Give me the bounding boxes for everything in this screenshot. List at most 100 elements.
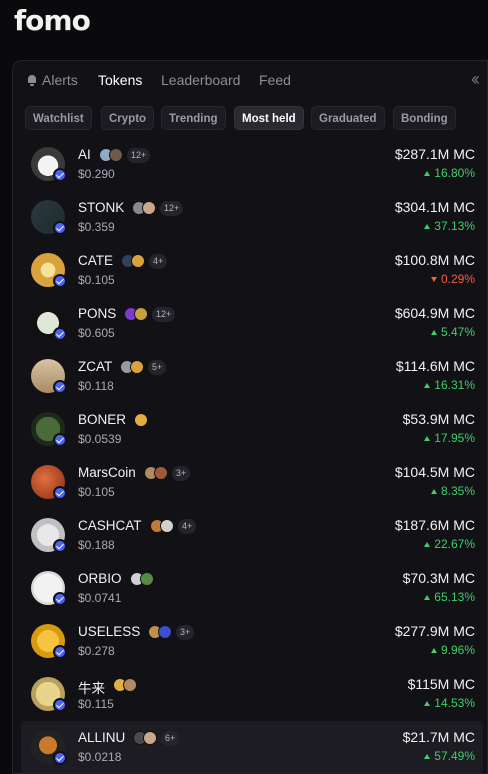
token-name: BONER <box>78 412 127 427</box>
market-cap: $70.3M MC <box>402 570 475 586</box>
verified-badge-icon <box>53 221 67 235</box>
token-row[interactable]: CATE 4+ $0.105 $100.8M MC 0.29% <box>21 244 483 297</box>
market-cap: $104.5M MC <box>394 464 475 480</box>
token-name: USELESS <box>78 624 141 639</box>
triangle-up-icon <box>424 224 431 229</box>
price-change-value: 14.53% <box>434 696 475 710</box>
token-row[interactable]: 牛来 $0.115 $115M MC 14.53% <box>21 668 483 721</box>
triangle-up-icon <box>430 330 437 335</box>
verified-badge-icon <box>53 327 67 341</box>
tab-alerts-label: Alerts <box>42 72 78 88</box>
filter-crypto[interactable]: Crypto <box>101 106 155 130</box>
verified-badge-icon <box>53 486 67 500</box>
token-row[interactable]: AI 12+ $0.290 $287.1M MC 16.80% <box>21 138 483 191</box>
price-change-value: 65.13% <box>434 590 475 604</box>
price-change-value: 57.49% <box>434 749 475 763</box>
holder-avatar <box>154 466 168 480</box>
token-name: ALLINU <box>78 730 126 745</box>
token-row[interactable]: CASHCAT 4+ $0.188 $187.6M MC 22.67% <box>21 509 483 562</box>
tab-feed[interactable]: Feed <box>259 72 291 88</box>
holder-count-badge: 6+ <box>161 730 180 746</box>
token-price: $0.105 <box>78 273 115 287</box>
triangle-up-icon <box>430 489 437 494</box>
holder-count-badge: 12+ <box>127 147 151 163</box>
verified-badge-icon <box>53 433 67 447</box>
market-cap: $287.1M MC <box>394 146 475 162</box>
filter-most-held[interactable]: Most held <box>234 106 304 130</box>
triangle-up-icon <box>430 648 437 653</box>
token-name: STONK <box>78 200 125 215</box>
token-price: $0.188 <box>78 538 115 552</box>
price-change: 8.35% <box>430 484 475 498</box>
token-row[interactable]: ALLINU 6+ $0.0218 $21.7M MC 57.49% <box>21 721 483 773</box>
holder-count-badge: 4+ <box>178 518 197 534</box>
tab-leaderboard[interactable]: Leaderboard <box>161 72 240 88</box>
token-price: $0.118 <box>78 379 114 393</box>
token-row[interactable]: ZCAT 5+ $0.118 $114.6M MC 16.31% <box>21 350 483 403</box>
holder-avatar <box>109 148 123 162</box>
triangle-up-icon <box>424 171 431 176</box>
token-name: ORBIO <box>78 571 122 586</box>
triangle-down-icon <box>430 277 437 282</box>
holder-avatar <box>134 307 148 321</box>
holder-avatars: 12+ <box>132 200 184 216</box>
holder-count-badge: 12+ <box>152 306 176 322</box>
token-row[interactable]: MarsCoin 3+ $0.105 $104.5M MC 8.35% <box>21 456 483 509</box>
holder-avatar <box>131 254 145 268</box>
holder-avatars: 3+ <box>148 624 195 640</box>
double-chevron-left-icon[interactable]: ‹‹ <box>471 69 480 90</box>
triangle-up-icon <box>424 436 431 441</box>
holder-avatars: 3+ <box>144 465 191 481</box>
verified-badge-icon <box>53 592 67 606</box>
verified-badge-icon <box>53 380 67 394</box>
token-row[interactable]: STONK 12+ $0.359 $304.1M MC 37.13% <box>21 191 483 244</box>
token-price: $0.359 <box>78 220 115 234</box>
price-change: 0.29% <box>430 272 475 286</box>
token-name: ZCAT <box>78 359 113 374</box>
holder-avatar <box>142 201 156 215</box>
filter-trending[interactable]: Trending <box>161 106 226 130</box>
price-change: 37.13% <box>424 219 475 233</box>
holder-avatar <box>160 519 174 533</box>
verified-badge-icon <box>53 274 67 288</box>
holder-avatar <box>130 360 144 374</box>
token-price: $0.278 <box>78 644 115 658</box>
holder-count-badge: 3+ <box>176 624 195 640</box>
tab-tokens[interactable]: Tokens <box>98 72 142 88</box>
price-change: 17.95% <box>424 431 475 445</box>
price-change: 9.96% <box>430 643 475 657</box>
price-change-value: 5.47% <box>440 325 475 339</box>
filter-graduated[interactable]: Graduated <box>311 106 385 130</box>
price-change-value: 16.31% <box>434 378 475 392</box>
market-cap: $604.9M MC <box>394 305 475 321</box>
price-change: 16.31% <box>424 378 475 392</box>
holder-avatars <box>134 412 148 428</box>
token-row[interactable]: BONER $0.0539 $53.9M MC 17.95% <box>21 403 483 456</box>
holder-avatars <box>130 571 154 587</box>
filter-bonding[interactable]: Bonding <box>393 106 456 130</box>
tokens-panel: Alerts Tokens Leaderboard Feed ‹‹ Watchl… <box>12 60 488 774</box>
market-cap: $100.8M MC <box>394 252 475 268</box>
token-row[interactable]: PONS 12+ $0.605 $604.9M MC 5.47% <box>21 297 483 350</box>
token-name: 牛来 <box>78 681 105 696</box>
token-price: $0.0539 <box>78 432 122 446</box>
fomo-logo[interactable]: fomo <box>14 4 91 37</box>
price-change: 22.67% <box>424 537 475 551</box>
verified-badge-icon <box>53 698 67 712</box>
token-row[interactable]: USELESS 3+ $0.278 $277.9M MC 9.96% <box>21 615 483 668</box>
bell-icon <box>27 75 37 86</box>
token-price: $0.0741 <box>78 591 122 605</box>
verified-badge-icon <box>53 539 67 553</box>
token-list: AI 12+ $0.290 $287.1M MC 16.80% STONK 12+ $0.35… <box>21 138 483 773</box>
market-cap: $187.6M MC <box>394 517 475 533</box>
token-row[interactable]: ORBIO $0.0741 $70.3M MC 65.13% <box>21 562 483 615</box>
triangle-up-icon <box>424 542 431 547</box>
holder-count-badge: 5+ <box>148 359 167 375</box>
holder-avatar <box>134 413 148 427</box>
filter-watchlist[interactable]: Watchlist <box>25 106 92 130</box>
token-price: $0.115 <box>78 697 114 711</box>
tab-alerts[interactable]: Alerts <box>27 72 78 88</box>
price-change-value: 16.80% <box>434 166 475 180</box>
token-price: $0.290 <box>78 167 115 181</box>
price-change-value: 8.35% <box>440 484 475 498</box>
